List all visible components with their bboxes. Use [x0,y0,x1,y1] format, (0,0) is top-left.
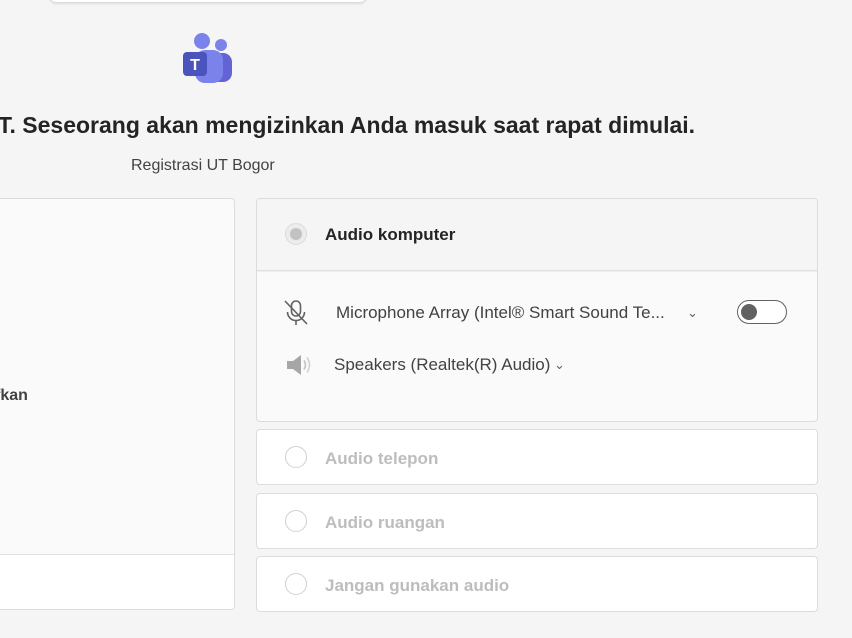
audio-option-computer-label: Audio komputer [325,225,456,244]
svg-text:T: T [190,57,200,74]
toggle-knob [741,304,757,320]
chevron-down-icon[interactable]: ⌄ [554,357,565,373]
audio-option-computer[interactable]: Audio komputer Microphone Array (Intel® … [256,198,818,422]
preview-controls-bar [0,554,234,609]
microphone-row: Microphone Array (Intel® Smart Sound Te.… [257,293,817,333]
audio-option-room[interactable]: Audio ruangan [256,493,818,549]
speaker-icon [287,355,311,375]
radio-no-audio[interactable] [285,573,307,595]
audio-option-none-label: Jangan gunakan audio [325,576,510,595]
chevron-down-icon[interactable]: ⌄ [687,305,698,321]
audio-option-phone[interactable]: Audio telepon [256,429,818,485]
speaker-row: Speakers (Realtek(R) Audio) ⌄ [257,345,817,385]
meeting-name: Registrasi UT Bogor [131,157,275,174]
audio-option-phone-label: Audio telepon [325,449,439,468]
audio-option-none[interactable]: Jangan gunakan audio [256,556,818,612]
microphone-device-select[interactable]: Microphone Array (Intel® Smart Sound Te.… [336,303,665,323]
lobby-message: T. Seseorang akan mengizinkan Anda masuk… [0,112,696,138]
top-popover-edge [50,0,366,2]
radio-phone-audio[interactable] [285,446,307,468]
mic-off-icon[interactable] [283,299,309,327]
video-preview-panel: fkan [0,198,235,610]
audio-option-room-label: Audio ruangan [325,513,445,532]
radio-room-audio[interactable] [285,510,307,532]
speaker-device-select[interactable]: Speakers (Realtek(R) Audio) [334,355,550,375]
microphone-toggle[interactable] [737,300,787,324]
teams-logo: T [183,33,232,83]
preview-panel-text: fkan [0,387,28,404]
radio-computer-audio[interactable] [285,223,307,245]
audio-option-computer-header[interactable]: Audio komputer [257,199,817,271]
